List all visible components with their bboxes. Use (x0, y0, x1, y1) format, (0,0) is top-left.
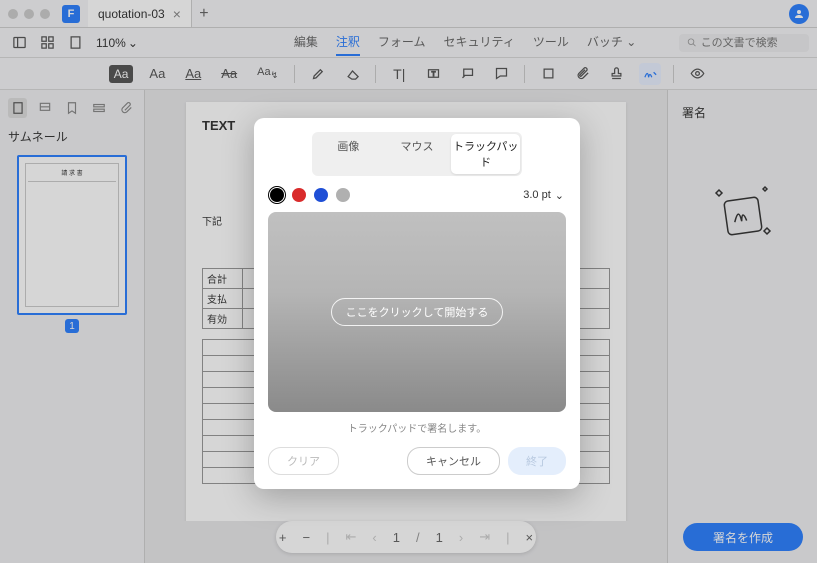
seg-mouse[interactable]: マウス (383, 134, 452, 174)
start-signing-button[interactable]: ここをクリックして開始する (331, 298, 504, 326)
color-red[interactable] (292, 188, 306, 202)
seg-image[interactable]: 画像 (314, 134, 383, 174)
signature-mode-tabs: 画像 マウス トラックパッド (312, 132, 522, 176)
trackpad-signature-area[interactable]: ここをクリックして開始する (268, 212, 566, 412)
signature-dialog: 画像 マウス トラックパッド 3.0 pt ⌄ ここをクリックして開始する トラ… (254, 118, 580, 489)
done-button[interactable]: 終了 (508, 447, 566, 475)
color-black[interactable] (270, 188, 284, 202)
color-row: 3.0 pt ⌄ (268, 188, 566, 202)
clear-button[interactable]: クリア (268, 447, 339, 475)
dialog-buttons: クリア キャンセル 終了 (268, 447, 566, 475)
stroke-width-dropdown[interactable]: 3.0 pt ⌄ (523, 189, 564, 202)
chevron-down-icon: ⌄ (555, 189, 564, 202)
seg-trackpad[interactable]: トラックパッド (451, 134, 520, 174)
stroke-width-value: 3.0 pt (523, 189, 551, 201)
color-blue[interactable] (314, 188, 328, 202)
trackpad-hint: トラックパッドで署名します。 (268, 420, 566, 435)
cancel-button[interactable]: キャンセル (407, 447, 500, 475)
color-gray[interactable] (336, 188, 350, 202)
